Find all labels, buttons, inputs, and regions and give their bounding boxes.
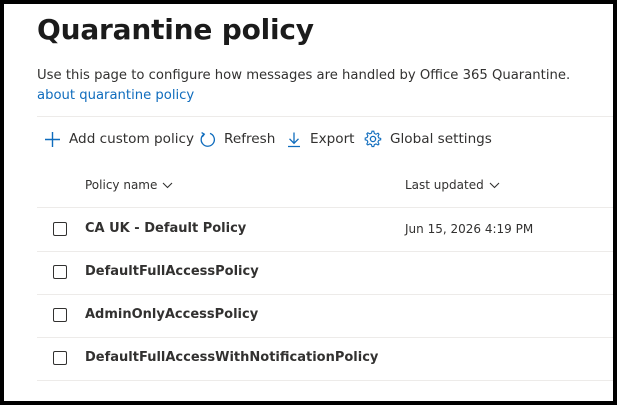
global-settings-label: Global settings: [390, 131, 492, 147]
add-custom-policy-label: Add custom policy: [69, 131, 195, 147]
export-label: Export: [310, 131, 355, 147]
row-checkbox[interactable]: [53, 265, 67, 279]
column-header-label: Last updated: [405, 178, 484, 192]
table-row[interactable]: CA UK - Default Policy Jun 15, 2026 4:19…: [37, 207, 613, 252]
about-quarantine-policy-link[interactable]: about quarantine policy: [37, 88, 194, 103]
column-header-last-updated[interactable]: Last updated: [405, 178, 500, 192]
last-updated-cell: Jun 15, 2026 4:19 PM: [405, 222, 534, 236]
refresh-icon: [199, 131, 216, 148]
gear-icon: [364, 130, 382, 148]
table-row[interactable]: DefaultFullAccessPolicy: [37, 251, 613, 295]
plus-icon: [44, 131, 61, 148]
policy-name-cell: AdminOnlyAccessPolicy: [85, 307, 259, 322]
policy-name-cell: CA UK - Default Policy: [85, 221, 247, 236]
table-row[interactable]: AdminOnlyAccessPolicy: [37, 294, 613, 338]
download-icon: [286, 131, 302, 148]
global-settings-button[interactable]: Global settings: [364, 128, 492, 150]
row-checkbox[interactable]: [53, 351, 67, 365]
row-checkbox[interactable]: [53, 308, 67, 322]
policy-name-cell: DefaultFullAccessWithNotificationPolicy: [85, 350, 379, 365]
chevron-down-icon: [162, 178, 173, 192]
refresh-label: Refresh: [224, 131, 276, 147]
toolbar-divider: [37, 116, 613, 117]
column-header-policy-name[interactable]: Policy name: [85, 178, 173, 192]
column-header-label: Policy name: [85, 178, 158, 192]
export-button[interactable]: Export: [286, 128, 355, 150]
page-title: Quarantine policy: [37, 13, 314, 46]
refresh-button[interactable]: Refresh: [199, 128, 275, 150]
row-checkbox[interactable]: [53, 222, 67, 236]
chevron-down-icon: [489, 178, 500, 192]
table-row[interactable]: DefaultFullAccessWithNotificationPolicy: [37, 337, 613, 381]
policy-name-cell: DefaultFullAccessPolicy: [85, 264, 259, 279]
add-custom-policy-button[interactable]: Add custom policy: [44, 128, 194, 150]
app-window: Quarantine policy Use this page to confi…: [4, 4, 613, 401]
page-description: Use this page to configure how messages …: [37, 68, 571, 83]
